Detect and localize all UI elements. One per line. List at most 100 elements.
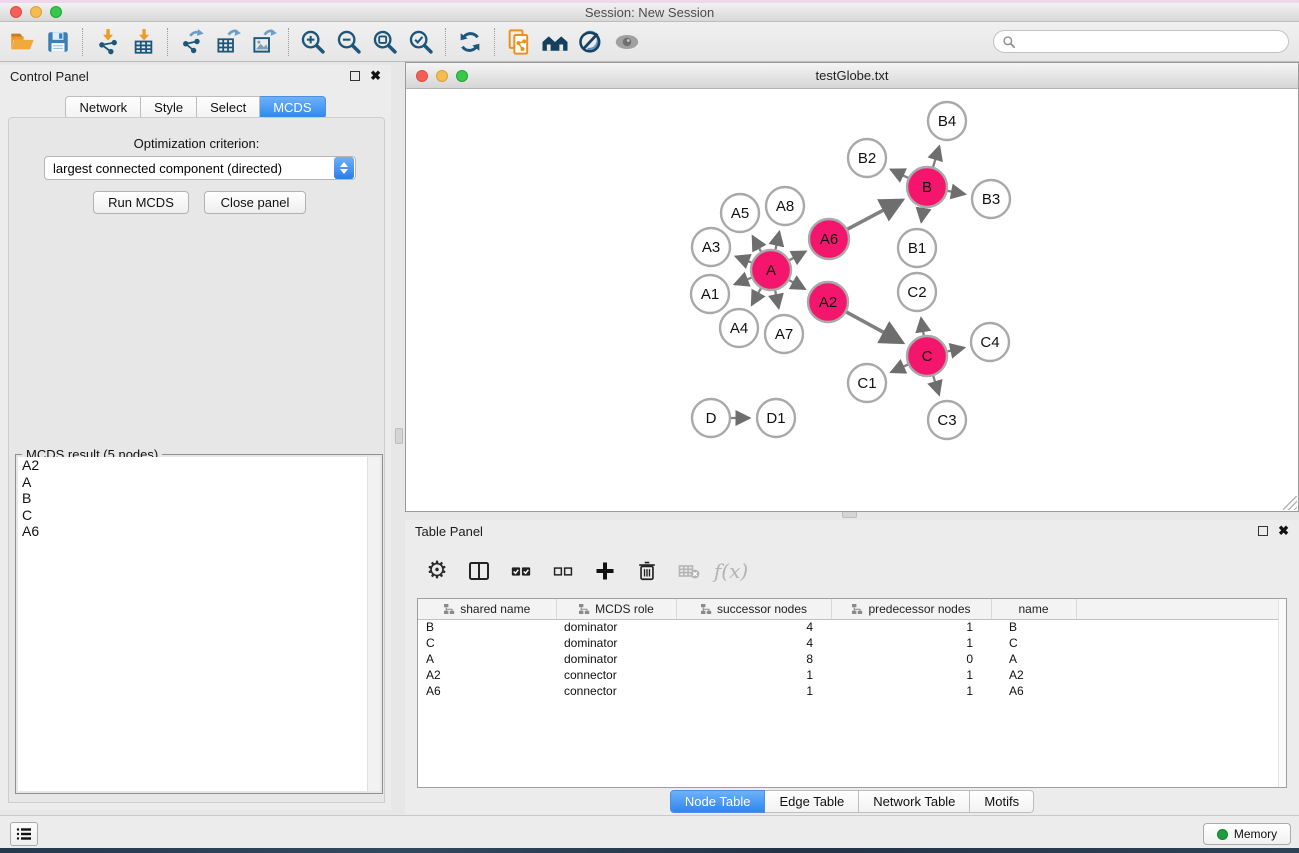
cell-shared-name[interactable]: A2	[418, 667, 556, 683]
graph-node-D[interactable]: D	[692, 399, 730, 437]
result-list-item[interactable]: A	[18, 474, 380, 491]
edge-B-B1[interactable]	[921, 207, 924, 222]
column-header-MCDS-role[interactable]: MCDS role	[556, 599, 676, 619]
show-task-history-button[interactable]	[10, 822, 38, 846]
run-mcds-button[interactable]: Run MCDS	[93, 191, 189, 214]
edge-B-B4[interactable]	[933, 146, 940, 168]
cell-predecessor-nodes[interactable]: 1	[831, 667, 991, 683]
cell-predecessor-nodes[interactable]: 1	[831, 683, 991, 699]
edge-A-A7[interactable]	[775, 290, 779, 309]
float-table-panel-icon[interactable]	[1258, 526, 1268, 536]
cell-shared-name[interactable]: C	[418, 635, 556, 651]
select-all-button[interactable]	[507, 557, 535, 585]
graph-node-A6[interactable]: A6	[809, 219, 849, 259]
two-houses-button[interactable]	[537, 24, 573, 60]
column-header-name[interactable]: name	[991, 599, 1076, 619]
column-header-successor-nodes[interactable]: successor nodes	[676, 599, 831, 619]
graph-node-A[interactable]: A	[751, 250, 791, 290]
table-tab-network-table[interactable]: Network Table	[859, 790, 970, 813]
cell-MCDS-role[interactable]: connector	[556, 683, 676, 699]
zoom-in-button[interactable]	[295, 24, 331, 60]
edge-A-A3[interactable]	[736, 256, 753, 262]
network-from-selection-button[interactable]	[501, 24, 537, 60]
cell-MCDS-role[interactable]: connector	[556, 667, 676, 683]
search-field[interactable]	[993, 30, 1289, 53]
close-panel-button[interactable]: Close panel	[204, 191, 306, 214]
cell-name[interactable]: B	[991, 619, 1076, 635]
cell-successor-nodes[interactable]: 4	[676, 619, 831, 635]
edge-A-A6[interactable]	[789, 251, 806, 260]
table-row[interactable]: Cdominator41C	[418, 635, 1286, 651]
export-table-button[interactable]	[210, 24, 246, 60]
graph-node-C3[interactable]: C3	[928, 401, 966, 439]
delete-column-button[interactable]	[633, 557, 661, 585]
cell-predecessor-nodes[interactable]: 1	[831, 635, 991, 651]
mcds-result-list[interactable]: A2ABCA6	[18, 457, 380, 791]
deselect-all-button[interactable]	[549, 557, 577, 585]
cell-MCDS-role[interactable]: dominator	[556, 635, 676, 651]
graph-node-C[interactable]: C	[907, 336, 947, 376]
table-row[interactable]: Adominator80A	[418, 651, 1286, 667]
network-view-window[interactable]: testGlobe.txt B4B2BB3A5A8A6B1A3AC2A1A2A4…	[405, 62, 1299, 512]
graph-node-A2[interactable]: A2	[808, 282, 848, 322]
table-scrollbar[interactable]	[1278, 599, 1286, 787]
control-tab-mcds[interactable]: MCDS	[260, 96, 325, 119]
graph-node-C1[interactable]: C1	[848, 364, 886, 402]
cell-MCDS-role[interactable]: dominator	[556, 651, 676, 667]
zoom-fit-button[interactable]	[367, 24, 403, 60]
horizontal-splitter-handle[interactable]	[842, 511, 857, 518]
edge-A6-B[interactable]	[847, 200, 903, 230]
graph-node-B3[interactable]: B3	[972, 180, 1010, 218]
cell-name[interactable]: A	[991, 651, 1076, 667]
cell-MCDS-role[interactable]: dominator	[556, 619, 676, 635]
import-table-button[interactable]	[125, 24, 161, 60]
cell-successor-nodes[interactable]: 4	[676, 635, 831, 651]
cell-shared-name[interactable]: A6	[418, 683, 556, 699]
cell-shared-name[interactable]: B	[418, 619, 556, 635]
node-table[interactable]: shared nameMCDS rolesuccessor nodesprede…	[417, 598, 1287, 788]
edge-A2-C[interactable]	[846, 312, 903, 343]
control-tab-select[interactable]: Select	[197, 96, 260, 119]
network-graph-canvas[interactable]: B4B2BB3A5A8A6B1A3AC2A1A2A4A7C4CC1C3DD1	[406, 89, 1298, 511]
edge-C-C4[interactable]	[947, 348, 965, 352]
save-session-button[interactable]	[40, 24, 76, 60]
edge-A-A5[interactable]	[753, 236, 762, 252]
column-header-shared-name[interactable]: shared name	[418, 599, 556, 619]
vertical-splitter-handle[interactable]	[395, 428, 403, 444]
graph-node-A3[interactable]: A3	[692, 228, 730, 266]
graph-node-B4[interactable]: B4	[928, 102, 966, 140]
import-network-button[interactable]	[89, 24, 125, 60]
edge-A-A4[interactable]	[752, 288, 762, 305]
graph-node-B[interactable]: B	[907, 167, 947, 207]
show-graphics-details-button[interactable]	[609, 24, 645, 60]
export-image-button[interactable]	[246, 24, 282, 60]
cell-name[interactable]: C	[991, 635, 1076, 651]
graph-node-D1[interactable]: D1	[757, 399, 795, 437]
add-column-button[interactable]	[591, 557, 619, 585]
graph-node-C4[interactable]: C4	[971, 323, 1009, 361]
graph-node-A4[interactable]: A4	[720, 309, 758, 347]
close-panel-icon[interactable]: ✖	[370, 71, 381, 81]
edge-B-B2[interactable]	[891, 169, 909, 178]
graph-node-A7[interactable]: A7	[765, 315, 803, 353]
edge-C-C3[interactable]	[933, 375, 939, 395]
edge-B-B3[interactable]	[947, 191, 965, 194]
cell-predecessor-nodes[interactable]: 1	[831, 619, 991, 635]
open-file-button[interactable]	[4, 24, 40, 60]
table-tab-motifs[interactable]: Motifs	[970, 790, 1034, 813]
float-panel-icon[interactable]	[350, 71, 360, 81]
edge-A-A8[interactable]	[775, 232, 779, 251]
network-window-titlebar[interactable]: testGlobe.txt	[406, 63, 1298, 89]
export-network-button[interactable]	[174, 24, 210, 60]
cell-successor-nodes[interactable]: 1	[676, 683, 831, 699]
table-row[interactable]: Bdominator41B	[418, 619, 1286, 635]
control-tab-style[interactable]: Style	[141, 96, 197, 119]
cell-name[interactable]: A2	[991, 667, 1076, 683]
graph-node-A1[interactable]: A1	[691, 275, 729, 313]
column-header-predecessor-nodes[interactable]: predecessor nodes	[831, 599, 991, 619]
graph-node-B1[interactable]: B1	[898, 229, 936, 267]
edge-C-C1[interactable]	[891, 364, 909, 372]
optimization-criterion-select[interactable]: largest connected component (directed)	[44, 156, 356, 180]
table-row[interactable]: A2connector11A2	[418, 667, 1286, 683]
cell-predecessor-nodes[interactable]: 0	[831, 651, 991, 667]
